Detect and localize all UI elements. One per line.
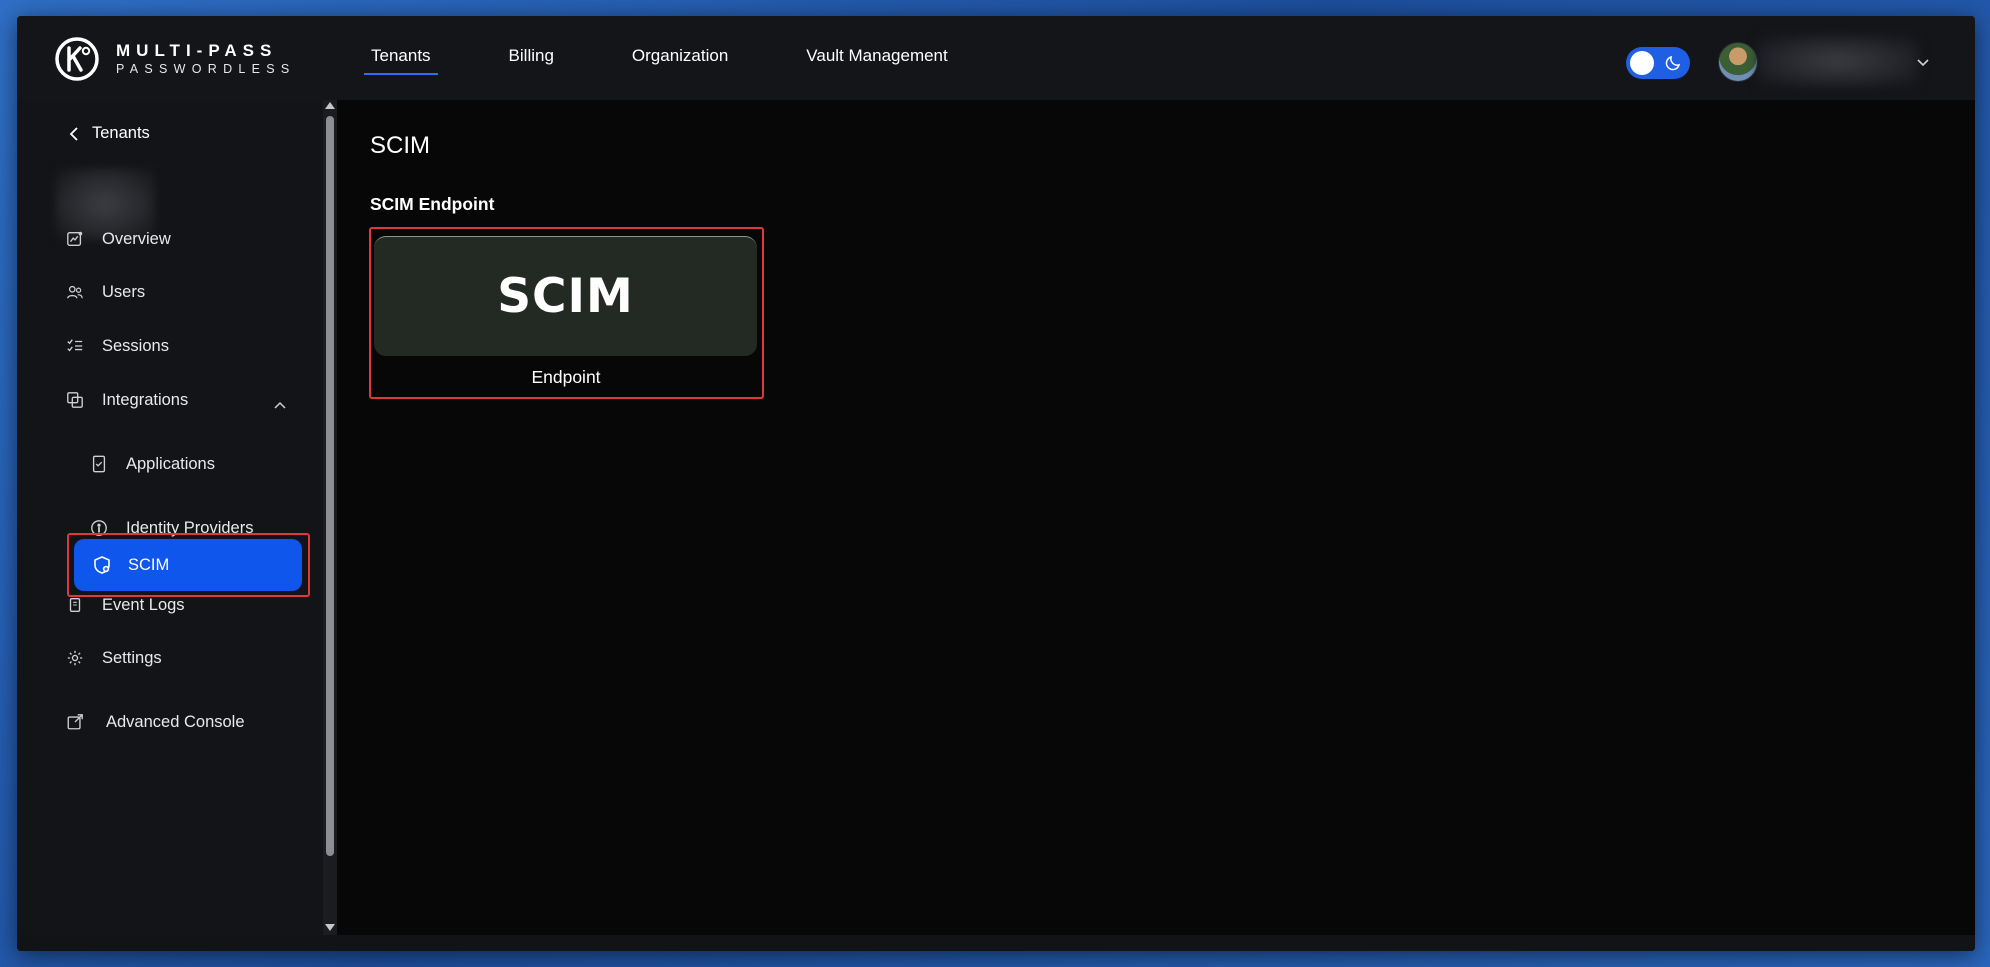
- brand-logo[interactable]: MULTI-PASS PASSWORDLESS: [54, 36, 296, 82]
- scim-endpoint-card[interactable]: SCIM Endpoint: [369, 227, 764, 399]
- back-to-tenants[interactable]: Tenants: [65, 124, 150, 143]
- toggle-knob: [1630, 51, 1654, 75]
- sidebar-scrollbar[interactable]: [323, 100, 337, 935]
- user-name-redacted: [1758, 36, 1918, 86]
- checklist-icon: [65, 336, 85, 356]
- sidebar-item-label: Integrations: [102, 390, 189, 409]
- chevron-up-icon[interactable]: [273, 399, 287, 413]
- scim-logo: SCIM: [497, 269, 634, 324]
- sidebar-item-label: Applications: [126, 454, 215, 473]
- window-bottom-strip: [17, 935, 1975, 951]
- sidebar-item-applications[interactable]: Applications: [89, 454, 215, 474]
- sidebar-item-sessions[interactable]: Sessions: [65, 336, 169, 356]
- nav-organization[interactable]: Organization: [625, 40, 735, 76]
- nav-vault-management[interactable]: Vault Management: [799, 40, 954, 76]
- page-title: SCIM: [370, 132, 430, 159]
- sidebar-item-overview[interactable]: Overview: [65, 229, 171, 249]
- sidebar-item-event-logs[interactable]: Event Logs: [65, 595, 185, 615]
- scim-highlight: SCIM: [67, 533, 310, 597]
- main-content: SCIM SCIM Endpoint SCIM Endpoint: [337, 100, 1975, 951]
- theme-toggle[interactable]: [1626, 47, 1690, 79]
- nav-billing[interactable]: Billing: [502, 40, 561, 76]
- sidebar-item-label: Settings: [102, 648, 162, 667]
- top-navigation: Tenants Billing Organization Vault Manag…: [364, 16, 1019, 100]
- sidebar-item-scim[interactable]: SCIM: [74, 539, 302, 591]
- brand-title: MULTI-PASS: [116, 41, 278, 61]
- sidebar-item-label: Event Logs: [102, 595, 185, 614]
- users-icon: [65, 282, 85, 302]
- sidebar-item-advanced-console[interactable]: Advanced Console: [65, 712, 245, 732]
- sidebar-item-label: Users: [102, 282, 146, 301]
- sidebar-item-integrations[interactable]: Integrations: [65, 390, 188, 410]
- scim-card-tile: SCIM: [374, 236, 757, 356]
- sidebar-item-label: Advanced Console: [106, 712, 245, 731]
- phone-check-icon: [89, 454, 109, 474]
- brand-subtitle: PASSWORDLESS: [116, 62, 296, 77]
- chevron-left-icon: [69, 126, 78, 141]
- sidebar-item-label: Sessions: [102, 336, 169, 355]
- scroll-down-icon[interactable]: [325, 924, 335, 931]
- brand-mark-icon: [55, 37, 99, 81]
- sidebar-item-settings[interactable]: Settings: [65, 648, 162, 668]
- app-window: MULTI-PASS PASSWORDLESS Tenants Billing …: [17, 16, 1975, 951]
- sidebar-item-label: Overview: [102, 229, 171, 248]
- moon-icon: [1665, 55, 1681, 71]
- layers-icon: [65, 390, 85, 410]
- sidebar: Tenants Overview Users Sessions Integrat…: [17, 100, 323, 935]
- top-header: MULTI-PASS PASSWORDLESS Tenants Billing …: [17, 16, 1975, 101]
- scroll-up-icon[interactable]: [325, 102, 335, 109]
- chevron-down-icon[interactable]: [1915, 54, 1931, 70]
- sidebar-item-label: SCIM: [128, 555, 170, 574]
- document-icon: [65, 595, 85, 615]
- nav-tenants[interactable]: Tenants: [364, 40, 438, 76]
- back-label: Tenants: [92, 124, 150, 142]
- scim-card-label: Endpoint: [531, 367, 601, 387]
- gear-icon: [65, 648, 85, 668]
- shield-plus-icon: [92, 555, 112, 575]
- chart-icon: [65, 229, 85, 249]
- section-title: SCIM Endpoint: [370, 194, 495, 214]
- sidebar-item-users[interactable]: Users: [65, 282, 145, 302]
- scroll-thumb[interactable]: [326, 116, 334, 856]
- external-link-icon: [65, 712, 85, 732]
- user-avatar[interactable]: [1718, 42, 1758, 82]
